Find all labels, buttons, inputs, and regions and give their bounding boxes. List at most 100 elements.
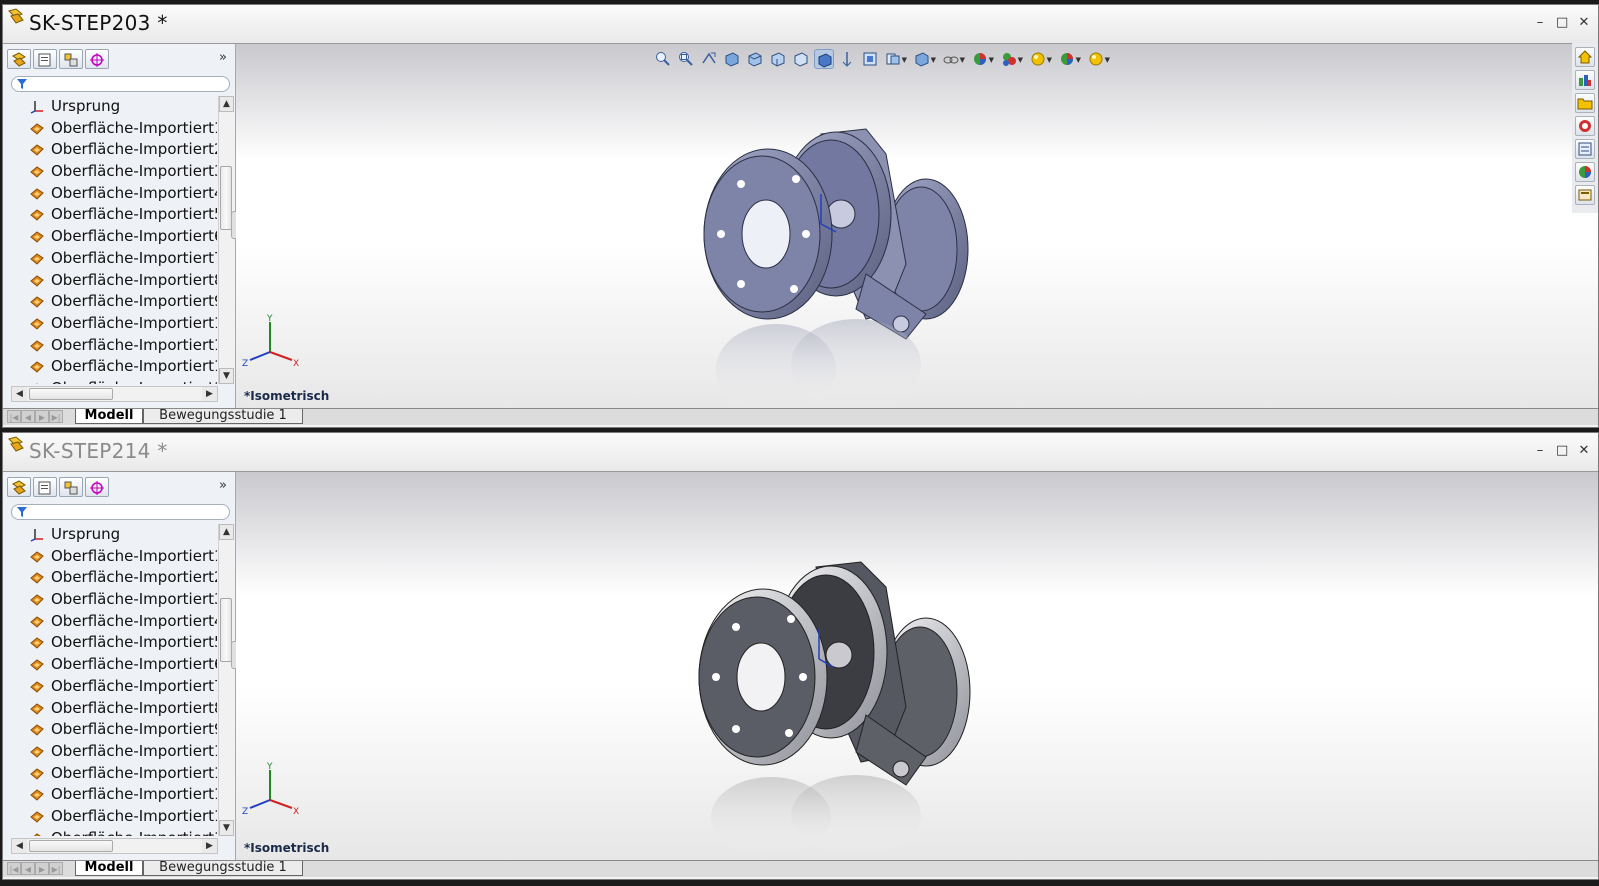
tab-featuremanager[interactable] xyxy=(7,49,31,69)
filter-input[interactable] xyxy=(11,76,230,92)
tree-item-surface[interactable]: Oberfläche-Importiert2 xyxy=(3,139,217,161)
cube-view-button[interactable]: ▼ xyxy=(1086,49,1110,69)
minimize-button[interactable]: – xyxy=(1534,443,1546,458)
tab-propertymanager[interactable] xyxy=(33,49,57,69)
graphics-area[interactable]: ▼ ▼ ▼ ▼ ▼ ▼ ▼ ▼ Y X Z *Isometrisch xyxy=(236,44,1598,414)
tree-item-surface[interactable]: Oberfläche-Importiert1 xyxy=(3,356,217,378)
edit-appearance-button[interactable] xyxy=(814,49,834,69)
tab-dimxpert[interactable] xyxy=(85,49,109,69)
taskpane-resources-button[interactable] xyxy=(1575,70,1595,90)
prev-tab-button[interactable]: ◀ xyxy=(21,862,35,875)
tab-configurationmanager[interactable] xyxy=(59,477,83,497)
scroll-up-button[interactable]: ▲ xyxy=(219,96,234,112)
tree-item-surface[interactable]: Oberfläche-Importiert5 xyxy=(3,632,217,654)
maximize-button[interactable]: □ xyxy=(1556,443,1568,458)
scroll-up-button[interactable]: ▲ xyxy=(219,524,234,540)
scroll-right-button[interactable]: ▶ xyxy=(202,387,217,401)
taskpane-home-button[interactable] xyxy=(1575,47,1595,67)
tree-vertical-scrollbar[interactable]: ▲ ▼ xyxy=(218,524,234,836)
last-tab-button[interactable]: ▶| xyxy=(49,862,63,875)
tab-dimxpert[interactable] xyxy=(85,477,109,497)
close-button[interactable]: ✕ xyxy=(1578,443,1590,458)
tree-item-surface[interactable]: Oberfläche-Importiert7 xyxy=(3,676,217,698)
tree-item-surface[interactable]: Oberfläche-Importiert4 xyxy=(3,611,217,633)
next-tab-button[interactable]: ▶ xyxy=(35,410,49,423)
previous-view-button[interactable] xyxy=(699,49,719,69)
tree-item-surface[interactable]: Oberfläche-Importiert4 xyxy=(3,183,217,205)
more-tabs-button[interactable]: » xyxy=(219,478,227,493)
tree-item-surface[interactable]: Oberfläche-Importiert7 xyxy=(3,248,217,270)
tree-item-surface[interactable]: Oberfläche-Importiert9 xyxy=(3,291,217,313)
tree-item-surface[interactable]: Oberfläche-Importiert1 xyxy=(3,546,217,568)
graphics-area[interactable]: Y X Z *Isometrisch xyxy=(236,472,1598,860)
tree-vertical-scrollbar[interactable]: ▲ ▼ xyxy=(218,96,234,384)
lights-button[interactable]: ▼ xyxy=(999,49,1023,69)
normal-to-button[interactable]: ▼ xyxy=(1057,49,1081,69)
document-window-2[interactable]: SK-STEP214 * – □ ✕ » Ursprung Oberfläche-… xyxy=(2,432,1599,880)
taskpane-view-palette-button[interactable] xyxy=(1575,162,1595,182)
tree-item-surface[interactable]: Oberfläche-Importiert9 xyxy=(3,719,217,741)
more-tabs-button[interactable]: » xyxy=(219,50,227,65)
taskpane-design-library-button[interactable] xyxy=(1575,93,1595,113)
taskpane-file-explorer-button[interactable] xyxy=(1575,116,1595,136)
prev-tab-button[interactable]: ◀ xyxy=(21,410,35,423)
scroll-down-button[interactable]: ▼ xyxy=(219,820,234,836)
tree-horizontal-scrollbar[interactable]: ◀ ▶ xyxy=(11,838,218,854)
title-bar[interactable]: SK-STEP203 * – □ ✕ xyxy=(3,5,1598,44)
tree-horizontal-scrollbar[interactable]: ◀ ▶ xyxy=(11,386,218,402)
tab-motion-study[interactable]: Bewegungsstudie 1 xyxy=(143,409,303,424)
document-window-1[interactable]: SK-STEP203 * – □ ✕ » Ursprung Oberfläche-… xyxy=(2,4,1599,428)
zoom-to-fit-button[interactable] xyxy=(653,49,673,69)
zoom-to-area-button[interactable] xyxy=(676,49,696,69)
filter-input[interactable] xyxy=(11,504,230,520)
tab-model[interactable]: Modell xyxy=(75,409,143,424)
tree-item-surface[interactable]: Oberfläche-Importiert3 xyxy=(3,161,217,183)
scroll-left-button[interactable]: ◀ xyxy=(12,387,27,401)
tree-item-surface[interactable]: Oberfläche-Importiert1 xyxy=(3,313,217,335)
minimize-button[interactable]: – xyxy=(1534,15,1546,30)
tree-item-surface[interactable]: Oberfläche-Importiert1 xyxy=(3,378,217,384)
hide-show-items-button[interactable] xyxy=(791,49,811,69)
tree-item-surface[interactable]: Oberfläche-Importiert6 xyxy=(3,226,217,248)
scroll-left-button[interactable]: ◀ xyxy=(12,839,27,853)
last-tab-button[interactable]: ▶| xyxy=(49,410,63,423)
scroll-down-button[interactable]: ▼ xyxy=(219,368,234,384)
title-bar[interactable]: SK-STEP214 * – □ ✕ xyxy=(3,433,1598,472)
tree-item-surface[interactable]: Oberfläche-Importiert1 xyxy=(3,784,217,806)
next-tab-button[interactable]: ▶ xyxy=(35,862,49,875)
tree-item-surface[interactable]: Oberfläche-Importiert1 xyxy=(3,335,217,357)
tab-configurationmanager[interactable] xyxy=(59,49,83,69)
assembly-model[interactable] xyxy=(696,124,986,414)
tree-item-surface[interactable]: Oberfläche-Importiert1 xyxy=(3,763,217,785)
apply-scene-button[interactable] xyxy=(837,49,857,69)
taskpane-search-button[interactable] xyxy=(1575,139,1595,159)
tree-item-surface[interactable]: Oberfläche-Importiert1 xyxy=(3,828,217,836)
maximize-button[interactable]: □ xyxy=(1556,15,1568,30)
scene-button[interactable]: ▼ xyxy=(970,49,994,69)
section-view-button[interactable] xyxy=(722,49,742,69)
tree-item-origin[interactable]: Ursprung xyxy=(3,524,217,546)
horizontal-scroll-thumb[interactable] xyxy=(29,388,113,400)
tree-item-surface[interactable]: Oberfläche-Importiert3 xyxy=(3,589,217,611)
tab-propertymanager[interactable] xyxy=(33,477,57,497)
first-tab-button[interactable]: |◀ xyxy=(7,410,21,423)
display-style-button[interactable] xyxy=(768,49,788,69)
tab-featuremanager[interactable] xyxy=(7,477,31,497)
horizontal-scroll-thumb[interactable] xyxy=(29,840,113,852)
tree-item-surface[interactable]: Oberfläche-Importiert1 xyxy=(3,741,217,763)
tree-item-surface[interactable]: Oberfläche-Importiert8 xyxy=(3,270,217,292)
tree-item-surface[interactable]: Oberfläche-Importiert1 xyxy=(3,806,217,828)
tab-motion-study[interactable]: Bewegungsstudie 1 xyxy=(143,861,303,876)
tree-item-origin[interactable]: Ursprung xyxy=(3,96,217,118)
tree-item-surface[interactable]: Oberfläche-Importiert2 xyxy=(3,567,217,589)
tree-item-surface[interactable]: Oberfläche-Importiert1 xyxy=(3,118,217,140)
assembly-model[interactable] xyxy=(691,557,981,857)
taskpane-appearances-button[interactable] xyxy=(1575,185,1595,205)
tab-model[interactable]: Modell xyxy=(75,861,143,876)
realview-button[interactable]: ▼ xyxy=(883,49,907,69)
view-settings-button[interactable] xyxy=(860,49,880,69)
first-tab-button[interactable]: |◀ xyxy=(7,862,21,875)
scroll-right-button[interactable]: ▶ xyxy=(202,839,217,853)
rotate-button[interactable]: ▼ xyxy=(1028,49,1052,69)
tree-item-surface[interactable]: Oberfläche-Importiert5 xyxy=(3,204,217,226)
